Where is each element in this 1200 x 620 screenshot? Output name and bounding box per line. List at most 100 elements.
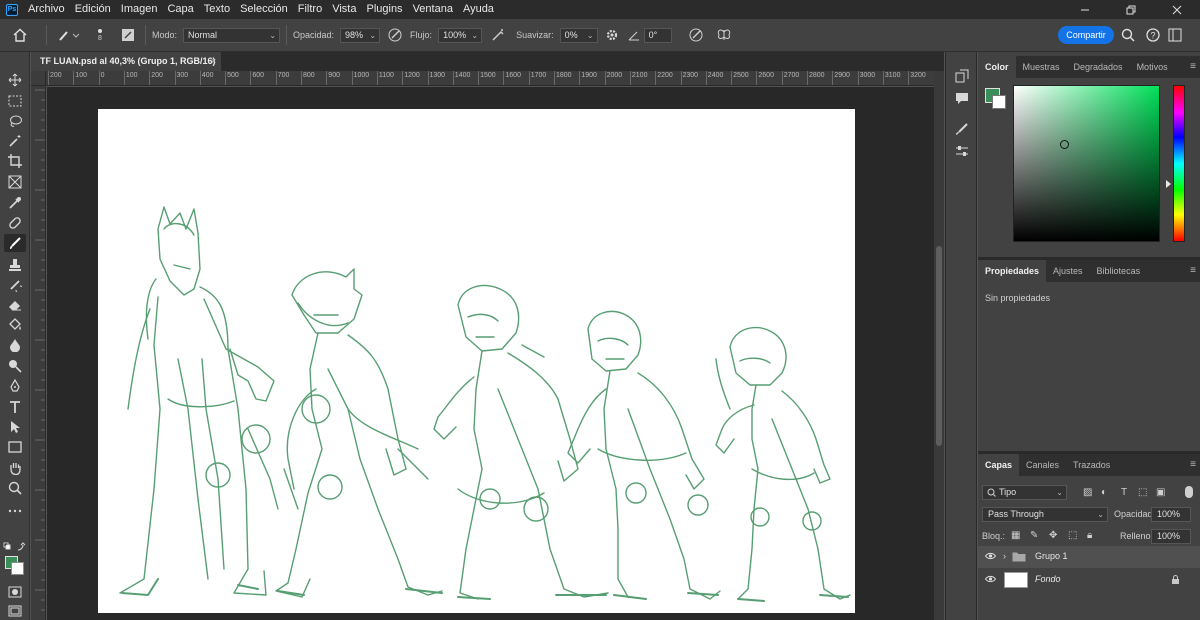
filter-shape-icon[interactable]: ⬚ xyxy=(1138,488,1147,498)
hue-slider-arrow[interactable] xyxy=(1166,180,1171,188)
menu-plugins[interactable]: Plugins xyxy=(361,0,407,19)
pen-tool[interactable] xyxy=(4,377,26,395)
panel-menu-icon[interactable]: ≡ xyxy=(1190,61,1196,72)
rectangle-tool[interactable] xyxy=(4,438,26,456)
fill-field[interactable]: 100% xyxy=(1151,529,1191,544)
vertical-scrollbar-thumb[interactable] xyxy=(936,246,942,446)
smoothing-field[interactable]: 0% ⌄ xyxy=(559,27,598,43)
frame-tool[interactable] xyxy=(4,173,26,191)
eye-icon[interactable] xyxy=(985,552,996,560)
pressure-opacity-button[interactable] xyxy=(380,19,410,52)
chevron-right-icon[interactable]: › xyxy=(1003,551,1006,561)
magic-wand-tool[interactable] xyxy=(4,132,26,150)
brush-size-picker[interactable]: 8 xyxy=(83,19,117,52)
mode-select[interactable]: Normal ⌄ xyxy=(183,27,281,43)
dodge-tool[interactable] xyxy=(4,357,26,375)
lock-all-icon[interactable]: 🔒︎ xyxy=(1087,531,1092,541)
tab-canales[interactable]: Canales xyxy=(1019,454,1066,476)
ruler-origin[interactable] xyxy=(31,71,46,86)
color-swatches-controls[interactable] xyxy=(2,538,28,556)
close-tab-icon[interactable]: × xyxy=(211,52,216,71)
airbrush-button[interactable] xyxy=(482,19,514,52)
eyedropper-tool[interactable] xyxy=(4,194,26,212)
type-tool[interactable] xyxy=(4,398,26,416)
lock-transparent-pixels-icon[interactable]: ▦ xyxy=(1011,531,1020,541)
document-tab[interactable]: TF LUAN.psd al 40,3% (Grupo 1, RGB/16) × xyxy=(31,52,221,71)
brush-settings-toggle[interactable] xyxy=(117,19,139,52)
restore-button[interactable] xyxy=(1108,0,1154,19)
hand-tool[interactable] xyxy=(4,459,26,477)
menu-capa[interactable]: Capa xyxy=(162,0,198,19)
brush-tool[interactable] xyxy=(4,234,26,252)
screen-mode-button[interactable] xyxy=(4,602,26,620)
canvas-workspace[interactable] xyxy=(47,87,934,620)
layer-row-background[interactable]: Fondo xyxy=(978,569,1200,591)
layer-filter-select[interactable]: Tipo ⌄ xyxy=(982,485,1067,500)
lock-image-pixels-icon[interactable]: ✎ xyxy=(1030,531,1038,541)
hue-slider[interactable] xyxy=(1173,85,1185,242)
panel-menu-icon[interactable]: ≡ xyxy=(1190,459,1196,470)
lock-position-icon[interactable]: ✥ xyxy=(1049,531,1057,541)
crop-tool[interactable] xyxy=(4,152,26,170)
clone-stamp-tool[interactable] xyxy=(4,256,26,274)
menu-ayuda[interactable]: Ayuda xyxy=(458,0,499,19)
menu-filtro[interactable]: Filtro xyxy=(293,0,327,19)
eye-icon[interactable] xyxy=(985,575,996,583)
menu-ventana[interactable]: Ventana xyxy=(408,0,458,19)
panel-background-swatch[interactable] xyxy=(992,95,1006,109)
menu-texto[interactable]: Texto xyxy=(199,0,235,19)
tab-propiedades[interactable]: Propiedades xyxy=(978,260,1047,282)
filter-type-icon[interactable]: T xyxy=(1121,488,1127,498)
symmetry-button[interactable] xyxy=(714,19,734,52)
document-canvas[interactable] xyxy=(98,109,855,613)
marquee-tool[interactable] xyxy=(4,92,26,110)
workspace-button[interactable] xyxy=(1168,28,1182,45)
move-tool[interactable] xyxy=(4,71,26,89)
layer-opacity-field[interactable]: 100% xyxy=(1151,507,1191,522)
tab-degradados[interactable]: Degradados xyxy=(1067,56,1130,78)
quick-mask-button[interactable] xyxy=(4,583,26,601)
minimize-button[interactable] xyxy=(1062,0,1108,19)
share-button[interactable]: Compartir xyxy=(1058,26,1114,44)
help-button[interactable]: ? xyxy=(1146,28,1160,45)
smoothing-options-button[interactable] xyxy=(598,19,626,52)
edit-toolbar-button[interactable] xyxy=(4,502,26,520)
close-window-button[interactable] xyxy=(1154,0,1200,19)
filter-smart-object-icon[interactable]: ▣ xyxy=(1156,488,1165,498)
history-panel-button[interactable] xyxy=(953,67,971,85)
vertical-scrollbar[interactable] xyxy=(934,71,944,620)
flow-field[interactable]: 100% ⌄ xyxy=(438,27,483,43)
tab-trazados[interactable]: Trazados xyxy=(1066,454,1117,476)
tab-muestras[interactable]: Muestras xyxy=(1016,56,1067,78)
saturation-value-picker[interactable] xyxy=(1013,85,1160,242)
background-color-swatch[interactable] xyxy=(11,562,24,575)
filter-pixel-icon[interactable]: ▨ xyxy=(1083,488,1092,498)
pressure-size-button[interactable] xyxy=(678,19,714,52)
filter-adjustment-icon[interactable]: ◐ xyxy=(1101,488,1107,498)
layer-row-group[interactable]: › Grupo 1 xyxy=(978,546,1200,568)
home-button[interactable] xyxy=(0,19,40,52)
vertical-ruler[interactable] xyxy=(31,86,46,620)
color-picker-marker[interactable] xyxy=(1060,140,1069,149)
tab-bibliotecas[interactable]: Bibliotecas xyxy=(1090,260,1148,282)
menu-archivo[interactable]: Archivo xyxy=(24,0,70,19)
horizontal-ruler[interactable]: 200 100 0 100 200 300 400 500 600 700 800 900 1000 11… xyxy=(46,71,934,86)
brush-angle-field[interactable]: 0° xyxy=(643,27,672,43)
path-selection-tool[interactable] xyxy=(4,418,26,436)
comments-panel-button[interactable] xyxy=(953,89,971,107)
opacity-field[interactable]: 98% ⌄ xyxy=(340,27,381,43)
menu-edicion[interactable]: Edición xyxy=(70,0,116,19)
history-brush-tool[interactable] xyxy=(4,276,26,294)
healing-brush-tool[interactable] xyxy=(4,214,26,232)
adjustments-panel-button[interactable] xyxy=(953,142,971,160)
lock-artboard-icon[interactable]: ⬚ xyxy=(1068,531,1077,541)
tab-motivos[interactable]: Motivos xyxy=(1130,56,1175,78)
lasso-tool[interactable] xyxy=(4,112,26,130)
panel-menu-icon[interactable]: ≡ xyxy=(1190,265,1196,276)
paint-bucket-tool[interactable] xyxy=(4,316,26,334)
tool-preset-picker[interactable] xyxy=(53,19,83,52)
brush-settings-panel-button[interactable] xyxy=(953,120,971,138)
menu-imagen[interactable]: Imagen xyxy=(116,0,163,19)
menu-vista[interactable]: Vista xyxy=(327,0,361,19)
zoom-tool[interactable] xyxy=(4,479,26,497)
